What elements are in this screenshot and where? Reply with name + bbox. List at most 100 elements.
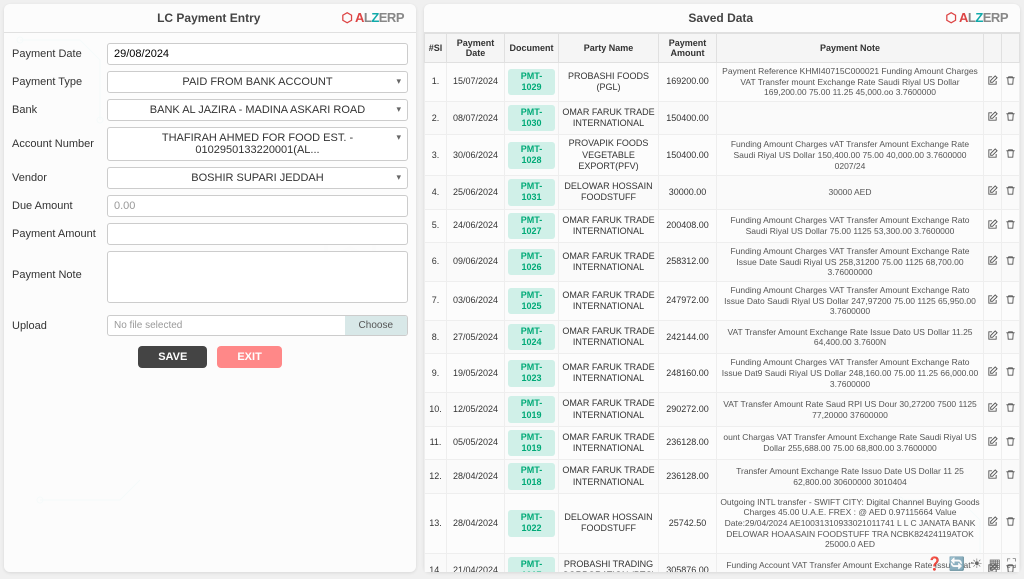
due-amount-label: Due Amount — [12, 200, 107, 212]
upload-field[interactable]: No file selectedChoose — [107, 315, 408, 336]
cell-amount: 25742.50 — [659, 493, 717, 553]
cell-doc: PMT-1027 — [505, 209, 559, 243]
cell-amount: 236128.00 — [659, 460, 717, 494]
edit-icon[interactable] — [984, 63, 1002, 102]
edit-icon[interactable] — [984, 176, 1002, 210]
choose-file-button[interactable]: Choose — [345, 316, 407, 335]
cell-party: OMAR FARUK TRADE INTERNATIONAL — [559, 320, 659, 354]
delete-icon[interactable] — [1002, 101, 1020, 135]
document-badge[interactable]: PMT-1023 — [508, 360, 555, 387]
cell-party: DELOWAR HOSSAIN FOODSTUFF — [559, 176, 659, 210]
delete-icon[interactable] — [1002, 354, 1020, 393]
edit-icon[interactable] — [984, 354, 1002, 393]
delete-icon[interactable] — [1002, 135, 1020, 176]
cell-party: PROBASHI TRADING CORPORATION (PTC) — [559, 553, 659, 572]
cell-doc: PMT-1031 — [505, 176, 559, 210]
delete-icon[interactable] — [1002, 176, 1020, 210]
edit-icon[interactable] — [984, 460, 1002, 494]
delete-icon[interactable] — [1002, 320, 1020, 354]
cell-party: OMAR FARUK TRADE INTERNATIONAL — [559, 243, 659, 282]
table-row: 7.03/06/2024PMT-1025OMAR FARUK TRADE INT… — [425, 282, 1020, 321]
delete-icon[interactable] — [1002, 243, 1020, 282]
cell-date: 30/06/2024 — [447, 135, 505, 176]
delete-icon[interactable] — [1002, 393, 1020, 427]
edit-icon[interactable] — [984, 282, 1002, 321]
bottom-toolbar: ❓ 🔄 ☀ ▦ ⛶ — [927, 556, 1016, 572]
cell-date: 27/05/2024 — [447, 320, 505, 354]
document-badge[interactable]: PMT-1022 — [508, 510, 555, 537]
exit-button[interactable]: EXIT — [217, 346, 281, 368]
document-badge[interactable]: PMT-1017 — [508, 557, 555, 572]
delete-icon[interactable] — [1002, 209, 1020, 243]
account-number-select[interactable]: THAFIRAH AHMED FOR FOOD EST. - 010295013… — [107, 127, 408, 161]
table-row: 6.09/06/2024PMT-1026OMAR FARUK TRADE INT… — [425, 243, 1020, 282]
edit-icon[interactable] — [984, 135, 1002, 176]
cell-party: PROBASHI FOODS (PGL) — [559, 63, 659, 102]
delete-icon[interactable] — [1002, 493, 1020, 553]
edit-icon[interactable] — [984, 393, 1002, 427]
document-badge[interactable]: PMT-1031 — [508, 179, 555, 206]
saved-data-table-wrap[interactable]: #SlPayment DateDocumentParty NamePayment… — [424, 33, 1020, 572]
document-badge[interactable]: PMT-1027 — [508, 213, 555, 240]
cell-doc: PMT-1029 — [505, 63, 559, 102]
document-badge[interactable]: PMT-1026 — [508, 249, 555, 276]
edit-icon[interactable] — [984, 426, 1002, 460]
payment-amount-input[interactable] — [107, 223, 408, 245]
cell-amount: 150400.00 — [659, 135, 717, 176]
document-badge[interactable]: PMT-1025 — [508, 288, 555, 315]
cell-party: OMAR FARUK TRADE INTERNATIONAL — [559, 460, 659, 494]
delete-icon[interactable] — [1002, 282, 1020, 321]
cell-doc: PMT-1018 — [505, 460, 559, 494]
edit-icon[interactable] — [984, 493, 1002, 553]
cell-amount: 150400.00 — [659, 101, 717, 135]
cell-note: 30000 AED — [717, 176, 984, 210]
cell-sl: 4. — [425, 176, 447, 210]
document-badge[interactable]: PMT-1029 — [508, 69, 555, 96]
sun-icon[interactable]: ☀ — [971, 556, 983, 572]
upload-filename: No file selected — [108, 316, 345, 335]
cell-date: 25/06/2024 — [447, 176, 505, 210]
payment-type-select[interactable]: PAID FROM BANK ACCOUNT — [107, 71, 408, 93]
payment-date-input[interactable] — [107, 43, 408, 65]
delete-icon[interactable] — [1002, 63, 1020, 102]
cell-sl: 12. — [425, 460, 447, 494]
save-button[interactable]: SAVE — [138, 346, 207, 368]
payment-note-textarea[interactable] — [107, 251, 408, 303]
cell-note: Funding Amount Charges VAT Transfer Amou… — [717, 282, 984, 321]
delete-icon[interactable] — [1002, 460, 1020, 494]
document-badge[interactable]: PMT-1028 — [508, 142, 555, 169]
cell-amount: 305876.00 — [659, 553, 717, 572]
document-badge[interactable]: PMT-1018 — [508, 463, 555, 490]
table-row: 5.24/06/2024PMT-1027OMAR FARUK TRADE INT… — [425, 209, 1020, 243]
vendor-select[interactable]: BOSHIR SUPARI JEDDAH — [107, 167, 408, 189]
cell-amount: 242144.00 — [659, 320, 717, 354]
grid-icon[interactable]: ▦ — [989, 556, 1001, 572]
document-badge[interactable]: PMT-1030 — [508, 105, 555, 132]
cell-doc: PMT-1030 — [505, 101, 559, 135]
document-badge[interactable]: PMT-1019 — [508, 430, 555, 457]
edit-icon[interactable] — [984, 243, 1002, 282]
edit-icon[interactable] — [984, 101, 1002, 135]
edit-icon[interactable] — [984, 320, 1002, 354]
help-icon[interactable]: ❓ — [927, 556, 943, 572]
payment-type-label: Payment Type — [12, 76, 107, 88]
table-row: 2.08/07/2024PMT-1030OMAR FARUK TRADE INT… — [425, 101, 1020, 135]
refresh-icon[interactable]: 🔄 — [949, 556, 965, 572]
cell-date: 05/05/2024 — [447, 426, 505, 460]
bank-select[interactable]: BANK AL JAZIRA - MADINA ASKARI ROAD — [107, 99, 408, 121]
brand-logo-left: ⬡ ALZERP — [341, 10, 404, 26]
cell-sl: 9. — [425, 354, 447, 393]
cell-note: Outgoing INTL transfer - SWIFT CITY: Dig… — [717, 493, 984, 553]
cell-amount: 236128.00 — [659, 426, 717, 460]
delete-icon[interactable] — [1002, 426, 1020, 460]
due-amount-input[interactable] — [107, 195, 408, 217]
document-badge[interactable]: PMT-1024 — [508, 324, 555, 351]
edit-icon[interactable] — [984, 209, 1002, 243]
cell-doc: PMT-1017 — [505, 553, 559, 572]
cell-amount: 290272.00 — [659, 393, 717, 427]
col-header-5: Payment Note — [717, 34, 984, 63]
col-header-3: Party Name — [559, 34, 659, 63]
expand-icon[interactable]: ⛶ — [1007, 556, 1016, 572]
document-badge[interactable]: PMT-1019 — [508, 396, 555, 423]
col-header-7 — [1002, 34, 1020, 63]
